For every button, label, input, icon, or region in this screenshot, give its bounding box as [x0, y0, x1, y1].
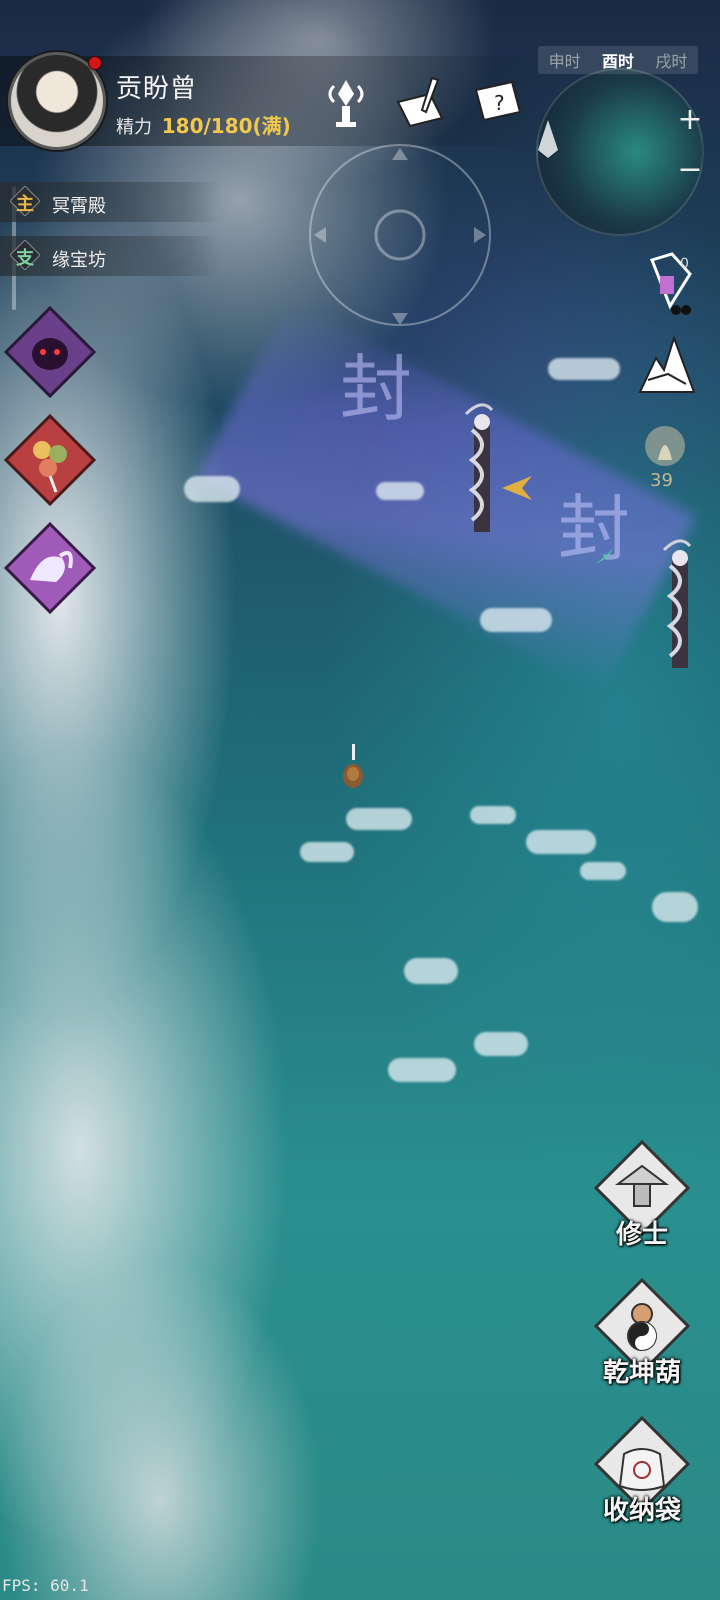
energy-value: 180/180(满)	[161, 114, 291, 138]
candied-fruit-icon[interactable]	[4, 414, 96, 506]
time-slot-active: 酉时	[601, 52, 634, 71]
demon-mask-icon[interactable]	[4, 306, 96, 398]
yellow-marker-icon	[502, 476, 532, 500]
map-cloud	[580, 862, 626, 880]
cultivator-button[interactable]: 修士	[594, 1140, 690, 1280]
time-slot: 申时	[548, 52, 581, 71]
svg-text:?: ?	[494, 91, 505, 115]
map-cloud	[480, 608, 552, 632]
pet-lantern-icon[interactable]	[642, 250, 698, 318]
action-label: 乾坤葫	[602, 1358, 681, 1388]
quest-title: 冥霄殿	[52, 196, 106, 217]
cultivation-tower-icon[interactable]	[316, 72, 376, 132]
storage-bag-button[interactable]: 收纳袋	[594, 1416, 690, 1556]
player-name: 贡盼曾	[116, 74, 198, 104]
spirit-beast-icon[interactable]	[4, 522, 96, 614]
fps-counter: FPS: 60.1	[2, 1576, 89, 1595]
map-cloud	[376, 482, 424, 500]
serpent-pillar[interactable]	[462, 400, 502, 540]
quest-item-side[interactable]: 支 缘宝坊	[0, 236, 220, 276]
scroll-question-icon[interactable]: ?	[468, 72, 528, 132]
time-slot: 戌时	[655, 52, 688, 71]
serpent-pillar[interactable]	[660, 536, 700, 676]
green-marker-icon	[596, 548, 614, 564]
map-cloud	[470, 806, 516, 824]
quest-title: 缘宝坊	[52, 250, 106, 271]
letter-brush-icon[interactable]	[392, 72, 452, 132]
quest-item-main[interactable]: 主 冥霄殿	[0, 182, 220, 222]
seal-glyph: 封	[558, 487, 631, 571]
energy-label: 精力	[116, 117, 152, 138]
spirit-orb-icon[interactable]	[642, 420, 688, 472]
virtual-joystick[interactable]	[300, 140, 500, 330]
map-cloud	[474, 1032, 528, 1056]
map-cloud	[300, 842, 354, 862]
map-cloud	[184, 476, 240, 502]
action-label: 修士	[615, 1220, 668, 1250]
time-of-day-bar: 申时 酉时 戌时	[538, 46, 698, 74]
notification-dot	[88, 56, 102, 70]
zoom-in-button[interactable]: +	[676, 105, 704, 135]
player-marker-icon	[538, 120, 558, 158]
action-label: 收纳袋	[602, 1496, 681, 1526]
quest-type-label: 支	[16, 248, 34, 269]
map-cloud	[404, 958, 458, 984]
map-cloud	[652, 892, 698, 922]
map-cloud	[346, 808, 412, 830]
gourd-button[interactable]: 乾坤葫	[594, 1278, 690, 1418]
mountain-peak-icon[interactable]	[638, 334, 696, 396]
zoom-out-button[interactable]: −	[676, 155, 704, 185]
map-cloud	[526, 830, 596, 854]
map-cloud	[388, 1058, 456, 1082]
pet-count: 0	[680, 256, 689, 272]
item-count: 39	[650, 470, 673, 491]
seal-glyph: 封	[340, 347, 413, 431]
energy-display: 精力 180/180(满)	[116, 110, 291, 139]
quest-type-label: 主	[16, 194, 34, 215]
map-cloud	[548, 358, 620, 380]
player-character[interactable]	[342, 744, 364, 790]
